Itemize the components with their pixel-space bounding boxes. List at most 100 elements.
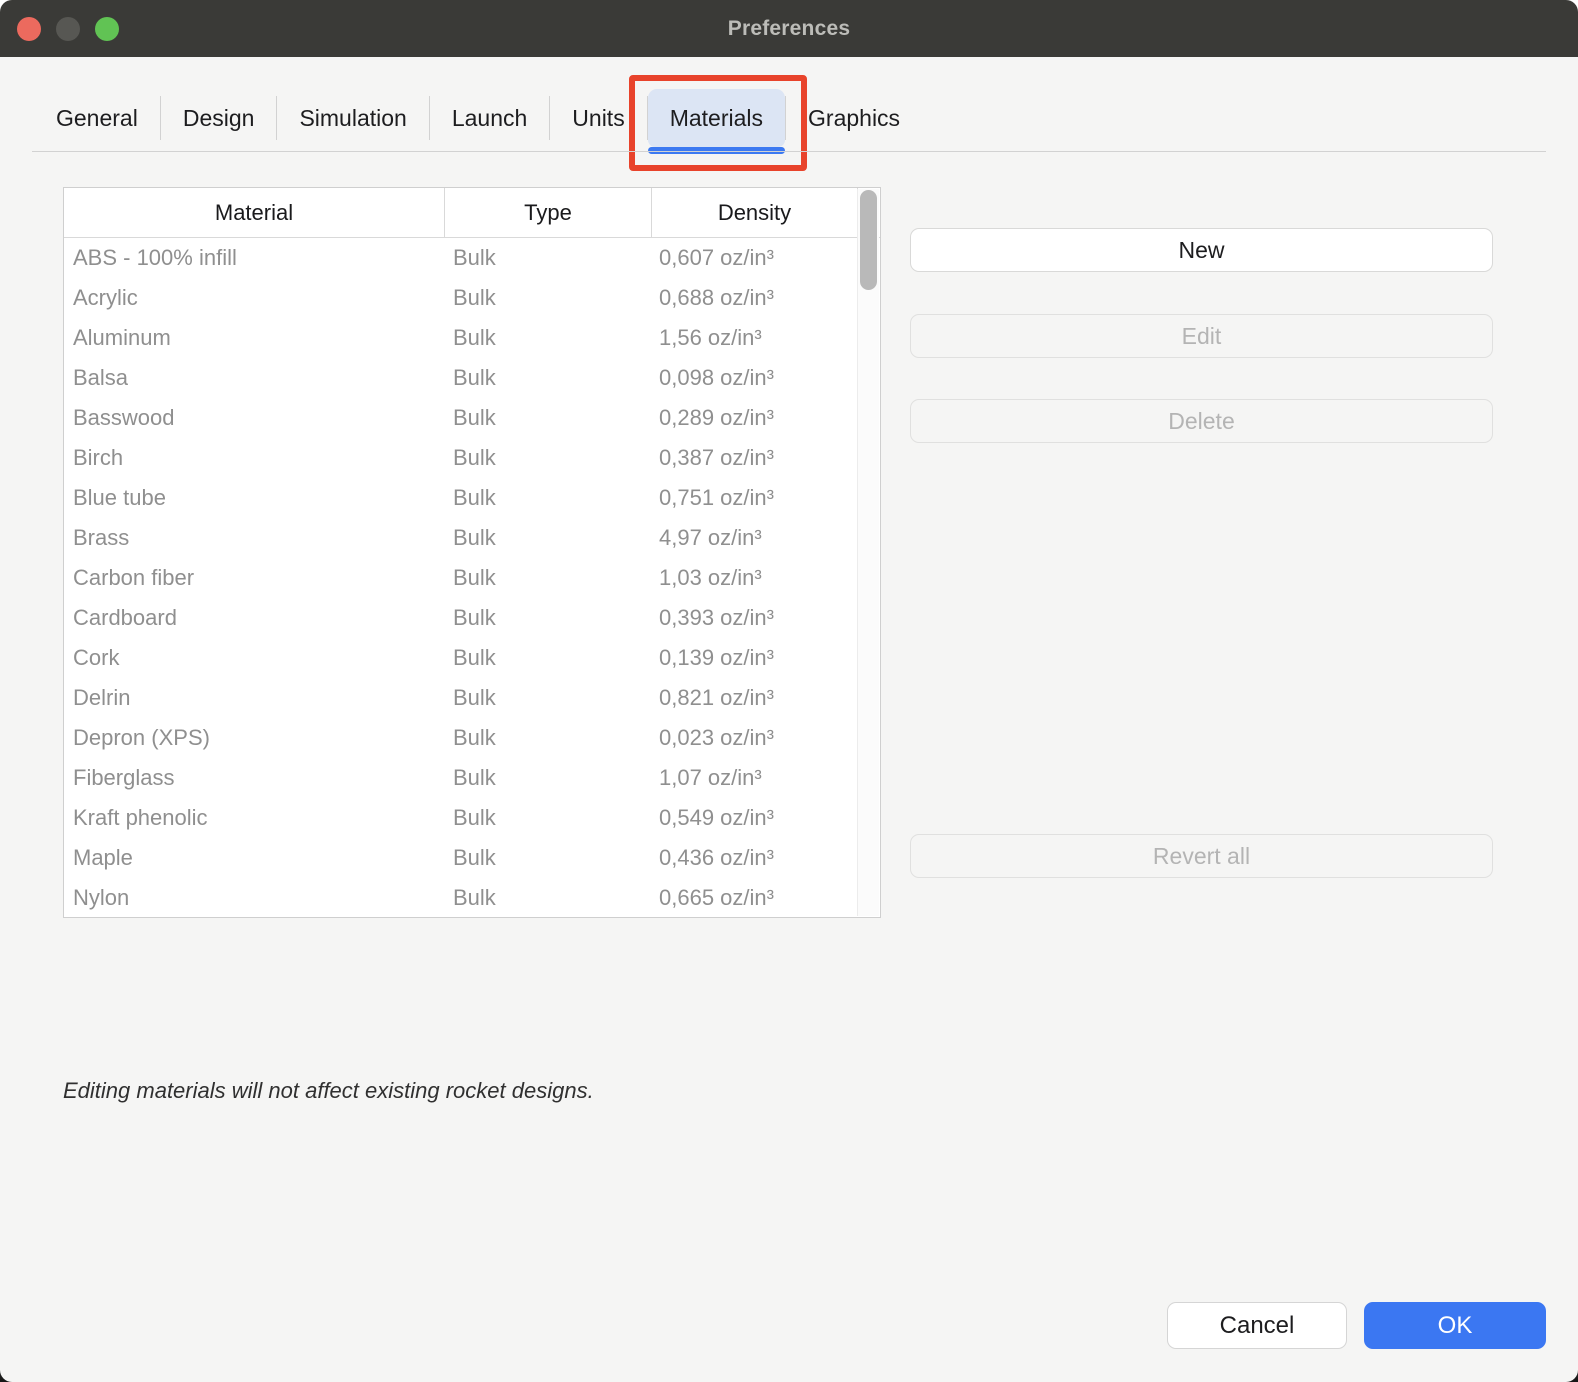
tab-launch[interactable]: Launch bbox=[430, 89, 549, 147]
density-cell: 0,393 oz/in³ bbox=[652, 605, 880, 631]
tab-simulation[interactable]: Simulation bbox=[277, 89, 428, 147]
table-row[interactable]: CorkBulk0,139 oz/in³ bbox=[64, 638, 880, 678]
table-row[interactable]: BasswoodBulk0,289 oz/in³ bbox=[64, 398, 880, 438]
tab-label: Graphics bbox=[808, 105, 900, 132]
table-row[interactable]: AcrylicBulk0,688 oz/in³ bbox=[64, 278, 880, 318]
tab-label: Design bbox=[183, 105, 255, 132]
table-row[interactable]: MapleBulk0,436 oz/in³ bbox=[64, 838, 880, 878]
density-cell: 0,607 oz/in³ bbox=[652, 245, 880, 271]
density-cell: 0,023 oz/in³ bbox=[652, 725, 880, 751]
density-cell: 0,549 oz/in³ bbox=[652, 805, 880, 831]
material-cell: Acrylic bbox=[64, 285, 445, 311]
materials-table: Material Type Density ABS - 100% infillB… bbox=[63, 187, 881, 918]
density-cell: 4,97 oz/in³ bbox=[652, 525, 880, 551]
table-row[interactable]: FiberglassBulk1,07 oz/in³ bbox=[64, 758, 880, 798]
material-cell: Carbon fiber bbox=[64, 565, 445, 591]
edit-button[interactable]: Edit bbox=[910, 314, 1493, 358]
table-row[interactable]: ABS - 100% infillBulk0,607 oz/in³ bbox=[64, 238, 880, 278]
table-row[interactable]: BalsaBulk0,098 oz/in³ bbox=[64, 358, 880, 398]
type-cell: Bulk bbox=[445, 405, 652, 431]
tab-general[interactable]: General bbox=[34, 89, 160, 147]
table-header: Material Type Density bbox=[64, 188, 880, 238]
table-row[interactable]: AluminumBulk1,56 oz/in³ bbox=[64, 318, 880, 358]
cancel-button[interactable]: Cancel bbox=[1167, 1302, 1347, 1349]
material-cell: Maple bbox=[64, 845, 445, 871]
tab-label: Materials bbox=[670, 105, 763, 132]
density-cell: 0,821 oz/in³ bbox=[652, 685, 880, 711]
minimize-icon[interactable] bbox=[56, 17, 80, 41]
type-cell: Bulk bbox=[445, 765, 652, 791]
preferences-window: Preferences General Design Simulation La… bbox=[0, 0, 1578, 1382]
type-cell: Bulk bbox=[445, 445, 652, 471]
table-row[interactable]: NylonBulk0,665 oz/in³ bbox=[64, 878, 880, 918]
tab-units[interactable]: Units bbox=[550, 89, 646, 147]
type-cell: Bulk bbox=[445, 885, 652, 911]
type-cell: Bulk bbox=[445, 565, 652, 591]
type-cell: Bulk bbox=[445, 805, 652, 831]
table-row[interactable]: BirchBulk0,387 oz/in³ bbox=[64, 438, 880, 478]
delete-button[interactable]: Delete bbox=[910, 399, 1493, 443]
density-cell: 1,07 oz/in³ bbox=[652, 765, 880, 791]
table-row[interactable]: DelrinBulk0,821 oz/in³ bbox=[64, 678, 880, 718]
column-header-material[interactable]: Material bbox=[64, 188, 445, 237]
new-button[interactable]: New bbox=[910, 228, 1493, 272]
type-cell: Bulk bbox=[445, 285, 652, 311]
titlebar: Preferences bbox=[0, 0, 1578, 57]
type-cell: Bulk bbox=[445, 245, 652, 271]
density-cell: 0,139 oz/in³ bbox=[652, 645, 880, 671]
type-cell: Bulk bbox=[445, 605, 652, 631]
table-body: ABS - 100% infillBulk0,607 oz/in³Acrylic… bbox=[64, 238, 880, 918]
density-cell: 1,56 oz/in³ bbox=[652, 325, 880, 351]
tab-bar: General Design Simulation Launch Units M… bbox=[0, 57, 1578, 152]
table-row[interactable]: Kraft phenolicBulk0,549 oz/in³ bbox=[64, 798, 880, 838]
material-cell: Cork bbox=[64, 645, 445, 671]
window-title: Preferences bbox=[728, 17, 850, 41]
zoom-icon[interactable] bbox=[95, 17, 119, 41]
material-cell: Cardboard bbox=[64, 605, 445, 631]
type-cell: Bulk bbox=[445, 365, 652, 391]
tab-label: General bbox=[56, 105, 138, 132]
type-cell: Bulk bbox=[445, 685, 652, 711]
materials-note: Editing materials will not affect existi… bbox=[63, 1078, 594, 1104]
material-cell: Birch bbox=[64, 445, 445, 471]
density-cell: 0,688 oz/in³ bbox=[652, 285, 880, 311]
table-row[interactable]: Depron (XPS)Bulk0,023 oz/in³ bbox=[64, 718, 880, 758]
type-cell: Bulk bbox=[445, 725, 652, 751]
density-cell: 0,289 oz/in³ bbox=[652, 405, 880, 431]
tabbar-divider bbox=[32, 151, 1546, 152]
material-cell: Balsa bbox=[64, 365, 445, 391]
scrollbar-thumb[interactable] bbox=[860, 190, 877, 290]
table-row[interactable]: Blue tubeBulk0,751 oz/in³ bbox=[64, 478, 880, 518]
material-cell: Nylon bbox=[64, 885, 445, 911]
column-header-type[interactable]: Type bbox=[445, 188, 652, 237]
tab-label: Units bbox=[572, 105, 624, 132]
revert-all-button[interactable]: Revert all bbox=[910, 834, 1493, 878]
table-row[interactable]: BrassBulk4,97 oz/in³ bbox=[64, 518, 880, 558]
table-row[interactable]: Carbon fiberBulk1,03 oz/in³ bbox=[64, 558, 880, 598]
density-cell: 0,387 oz/in³ bbox=[652, 445, 880, 471]
density-cell: 0,665 oz/in³ bbox=[652, 885, 880, 911]
type-cell: Bulk bbox=[445, 485, 652, 511]
material-cell: Depron (XPS) bbox=[64, 725, 445, 751]
material-cell: Kraft phenolic bbox=[64, 805, 445, 831]
tab-materials[interactable]: Materials bbox=[648, 89, 785, 147]
tab-design[interactable]: Design bbox=[161, 89, 277, 147]
material-cell: Basswood bbox=[64, 405, 445, 431]
close-icon[interactable] bbox=[17, 17, 41, 41]
type-cell: Bulk bbox=[445, 525, 652, 551]
density-cell: 0,098 oz/in³ bbox=[652, 365, 880, 391]
traffic-lights bbox=[17, 0, 119, 57]
column-header-density[interactable]: Density bbox=[652, 188, 858, 237]
type-cell: Bulk bbox=[445, 645, 652, 671]
material-cell: Blue tube bbox=[64, 485, 445, 511]
type-cell: Bulk bbox=[445, 325, 652, 351]
tab-label: Launch bbox=[452, 105, 527, 132]
material-cell: ABS - 100% infill bbox=[64, 245, 445, 271]
table-row[interactable]: CardboardBulk0,393 oz/in³ bbox=[64, 598, 880, 638]
material-cell: Fiberglass bbox=[64, 765, 445, 791]
tab-label: Simulation bbox=[299, 105, 406, 132]
tab-graphics[interactable]: Graphics bbox=[786, 89, 922, 147]
density-cell: 1,03 oz/in³ bbox=[652, 565, 880, 591]
ok-button[interactable]: OK bbox=[1364, 1302, 1546, 1349]
scrollbar-track[interactable] bbox=[857, 189, 879, 916]
